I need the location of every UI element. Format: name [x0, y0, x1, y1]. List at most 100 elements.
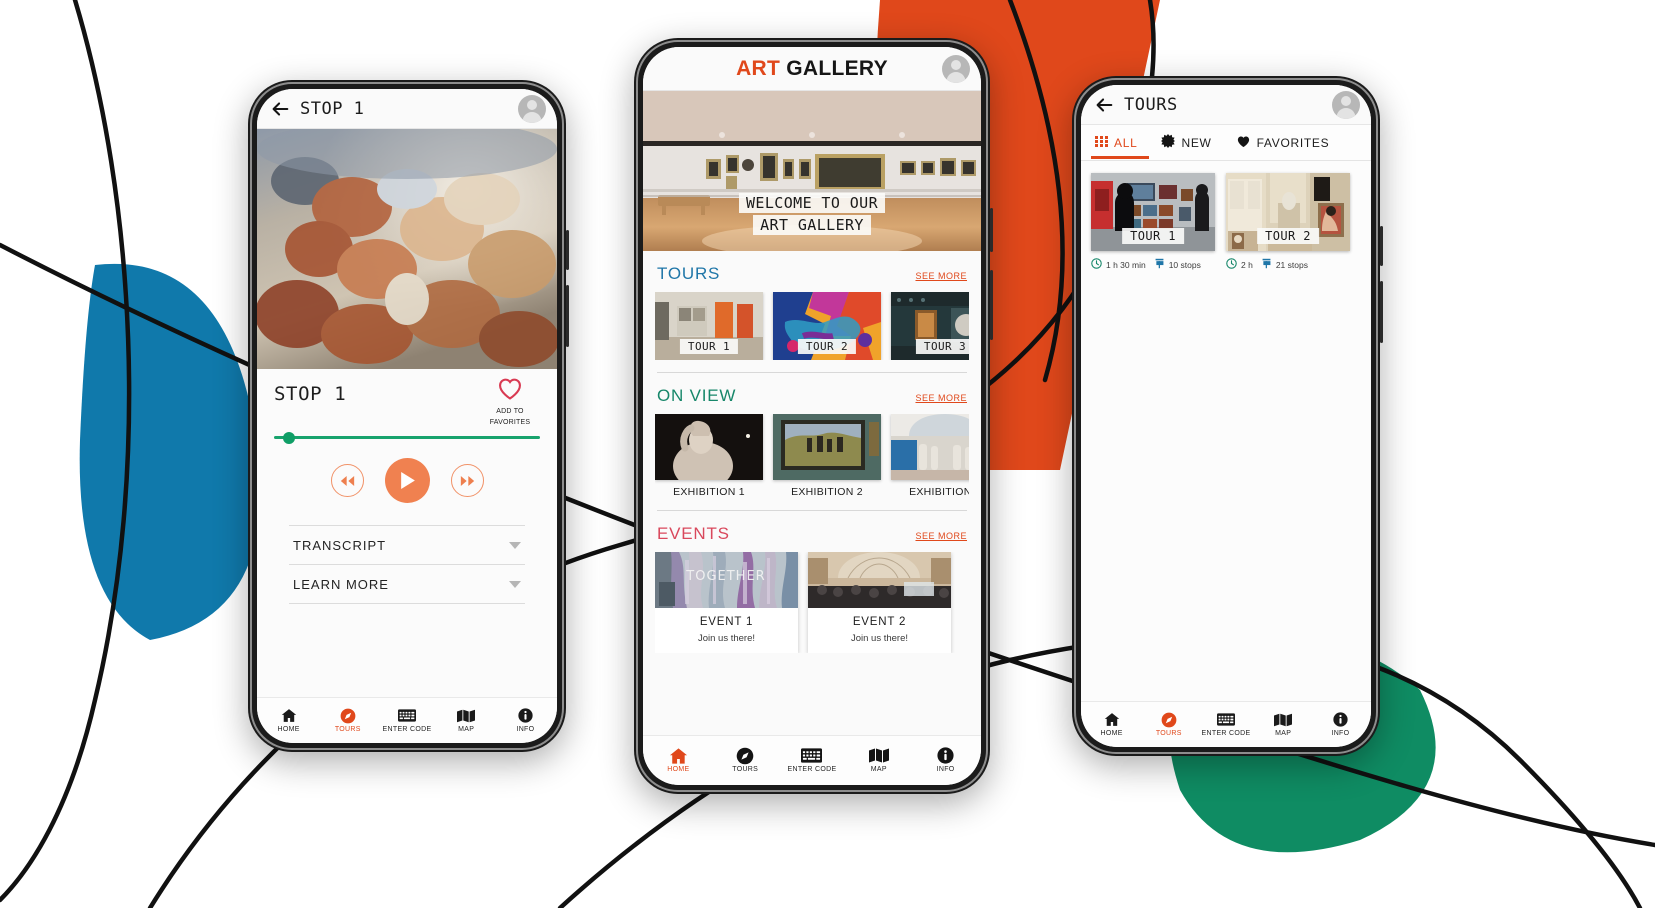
filter-tab-all[interactable]: ALL	[1091, 135, 1149, 159]
filter-tab-favorites[interactable]: FAVORITES	[1224, 135, 1342, 160]
event-subtitle: Join us there!	[850, 633, 909, 644]
section-header-events: EVENTS SEE MORE	[655, 511, 969, 552]
heart-filled-icon	[1236, 135, 1251, 151]
nav-info-label: INFO	[516, 726, 535, 733]
nav-tours-label: TOURS	[1155, 730, 1182, 737]
audio-progress-slider[interactable]	[274, 432, 540, 444]
tours-list-row: TOUR 1 1 h 30 min 10 stops TOUR 2 2 h 21…	[1091, 173, 1361, 271]
see-more-tours[interactable]: SEE MORE	[915, 271, 967, 281]
phone-volume-button	[1380, 281, 1383, 343]
accordion-transcript-label: TRANSCRIPT	[293, 538, 387, 553]
tour-list-item[interactable]: TOUR 1 1 h 30 min 10 stops	[1091, 173, 1215, 271]
nav-tours-label: TOURS	[732, 766, 759, 773]
home-content-scroll[interactable]: TOURS SEE MORE TOUR 1 TOUR 2 TOUR 3 ON V…	[643, 251, 981, 735]
tour-card[interactable]: TOUR 2	[773, 292, 881, 360]
tour-card-caption: TOUR 3	[915, 339, 969, 354]
tour-duration-label: 1 h 30 min	[1106, 259, 1146, 270]
stop-detail-body: STOP 1 ADD TO FAVORITES TRANSCRIPT LEARN…	[257, 369, 557, 604]
filter-tab-all-label: ALL	[1114, 135, 1138, 150]
exhibition-card[interactable]: EXHIBITION 3	[891, 414, 969, 498]
accordion-learn-more[interactable]: LEARN MORE	[289, 564, 525, 604]
event-card[interactable]: EVENT 2 Join us there!	[808, 552, 951, 653]
nav-map[interactable]: MAP	[437, 707, 496, 733]
keypad-icon	[398, 707, 416, 724]
nav-map[interactable]: MAP	[1255, 711, 1312, 737]
welcome-line2: ART GALLERY	[753, 215, 871, 235]
tour-stops: 21 stops	[1261, 258, 1308, 271]
nav-home[interactable]: HOME	[1083, 711, 1140, 737]
nav-info-label: INFO	[1331, 730, 1350, 737]
welcome-overlay: WELCOME TO OUR ART GALLERY	[643, 193, 981, 235]
accordion-transcript[interactable]: TRANSCRIPT	[289, 525, 525, 564]
compass-icon	[736, 747, 754, 764]
phone-side-button	[566, 230, 569, 270]
nav-info[interactable]: INFO	[1312, 711, 1369, 737]
back-icon[interactable]	[269, 98, 291, 120]
exhibition-thumbnail	[655, 414, 763, 480]
nav-home[interactable]: HOME	[645, 747, 712, 773]
tours-card-row[interactable]: TOUR 1 TOUR 2 TOUR 3	[655, 292, 969, 360]
phone-left-stop-detail: STOP 1 STOP 1 ADD TO FAVORITES TRANSCRIP…	[248, 80, 569, 752]
onview-card-row[interactable]: EXHIBITION 1 EXHIBITION 2 EXHIBITION	[655, 414, 969, 498]
nav-map[interactable]: MAP	[845, 747, 912, 773]
clock-icon	[1226, 258, 1237, 271]
nav-tours[interactable]: TOURS	[318, 707, 377, 733]
play-icon[interactable]	[384, 458, 430, 503]
filter-tab-new[interactable]: NEW	[1149, 134, 1223, 160]
center-bottom-nav: HOME TOURS ENTER CODE MAP INFO	[643, 735, 981, 785]
right-topbar: TOURS	[1081, 85, 1371, 125]
tour-duration: 2 h	[1226, 258, 1253, 271]
events-card-row[interactable]: TOGETHER EVENT 1 Join us there! EVENT 2 …	[655, 552, 969, 653]
nav-tours[interactable]: TOURS	[1140, 711, 1197, 737]
tour-thumbnail-caption: TOUR 2	[1257, 228, 1319, 244]
tour-list-item[interactable]: TOUR 2 2 h 21 stops	[1226, 173, 1350, 271]
svg-text:TOGETHER: TOGETHER	[685, 569, 765, 584]
event-name: EVENT 2	[852, 616, 907, 628]
phone-center-home: ART GALLERY WELCOME TO OUR ART GALLERY T…	[634, 38, 993, 794]
tour-card[interactable]: TOUR 3	[891, 292, 969, 360]
nav-home[interactable]: HOME	[259, 707, 318, 733]
event-name: EVENT 1	[699, 616, 754, 628]
favorites-label-line2: FAVORITES	[489, 419, 531, 426]
tour-card-caption: TOUR 2	[797, 339, 857, 354]
add-to-favorites-button[interactable]: ADD TO FAVORITES	[478, 377, 542, 427]
nav-home-label: HOME	[667, 766, 690, 773]
nav-enter-code-label: ENTER CODE	[1201, 730, 1251, 737]
tour-card-caption: TOUR 1	[679, 339, 739, 354]
tours-list[interactable]: TOUR 1 1 h 30 min 10 stops TOUR 2 2 h 21…	[1081, 161, 1371, 701]
app-title-accent: ART	[736, 56, 781, 80]
user-avatar-icon[interactable]	[518, 94, 546, 123]
filter-tab-new-label: NEW	[1181, 135, 1212, 150]
nav-info[interactable]: INFO	[912, 747, 979, 773]
tour-card[interactable]: TOUR 1	[655, 292, 763, 360]
user-avatar-icon[interactable]	[1332, 90, 1360, 119]
section-title-onview: ON VIEW	[657, 386, 737, 405]
rewind-icon[interactable]	[330, 464, 364, 497]
nav-enter-code[interactable]: ENTER CODE	[779, 747, 846, 773]
exhibition-card[interactable]: EXHIBITION 2	[773, 414, 881, 498]
back-icon[interactable]	[1093, 94, 1115, 116]
clock-icon	[1091, 258, 1102, 271]
event-card[interactable]: TOGETHER EVENT 1 Join us there!	[655, 552, 798, 653]
see-more-onview[interactable]: SEE MORE	[915, 393, 967, 403]
exhibition-card[interactable]: EXHIBITION 1	[655, 414, 763, 498]
nav-tours[interactable]: TOURS	[712, 747, 779, 773]
slider-knob[interactable]	[283, 432, 295, 444]
nav-enter-code[interactable]: ENTER CODE	[377, 707, 436, 733]
info-icon	[937, 747, 954, 764]
tour-stops: 10 stops	[1154, 258, 1201, 271]
blue-shape	[79, 263, 261, 640]
fast-forward-icon[interactable]	[450, 464, 484, 497]
nav-tours-label: TOURS	[334, 726, 361, 733]
user-avatar-icon[interactable]	[942, 54, 970, 83]
stops-flag-icon	[1154, 258, 1165, 271]
tour-meta: 2 h 21 stops	[1226, 258, 1350, 271]
audio-player-controls	[274, 458, 540, 503]
nav-enter-code[interactable]: ENTER CODE	[1197, 711, 1254, 737]
see-more-events[interactable]: SEE MORE	[915, 531, 967, 541]
page-title: TOURS	[1124, 94, 1178, 115]
right-bottom-nav: HOME TOURS ENTER CODE MAP INFO	[1081, 701, 1371, 747]
nav-info[interactable]: INFO	[496, 707, 555, 733]
tour-thumbnail: TOUR 2	[1226, 173, 1350, 251]
nav-info-label: INFO	[936, 766, 955, 773]
